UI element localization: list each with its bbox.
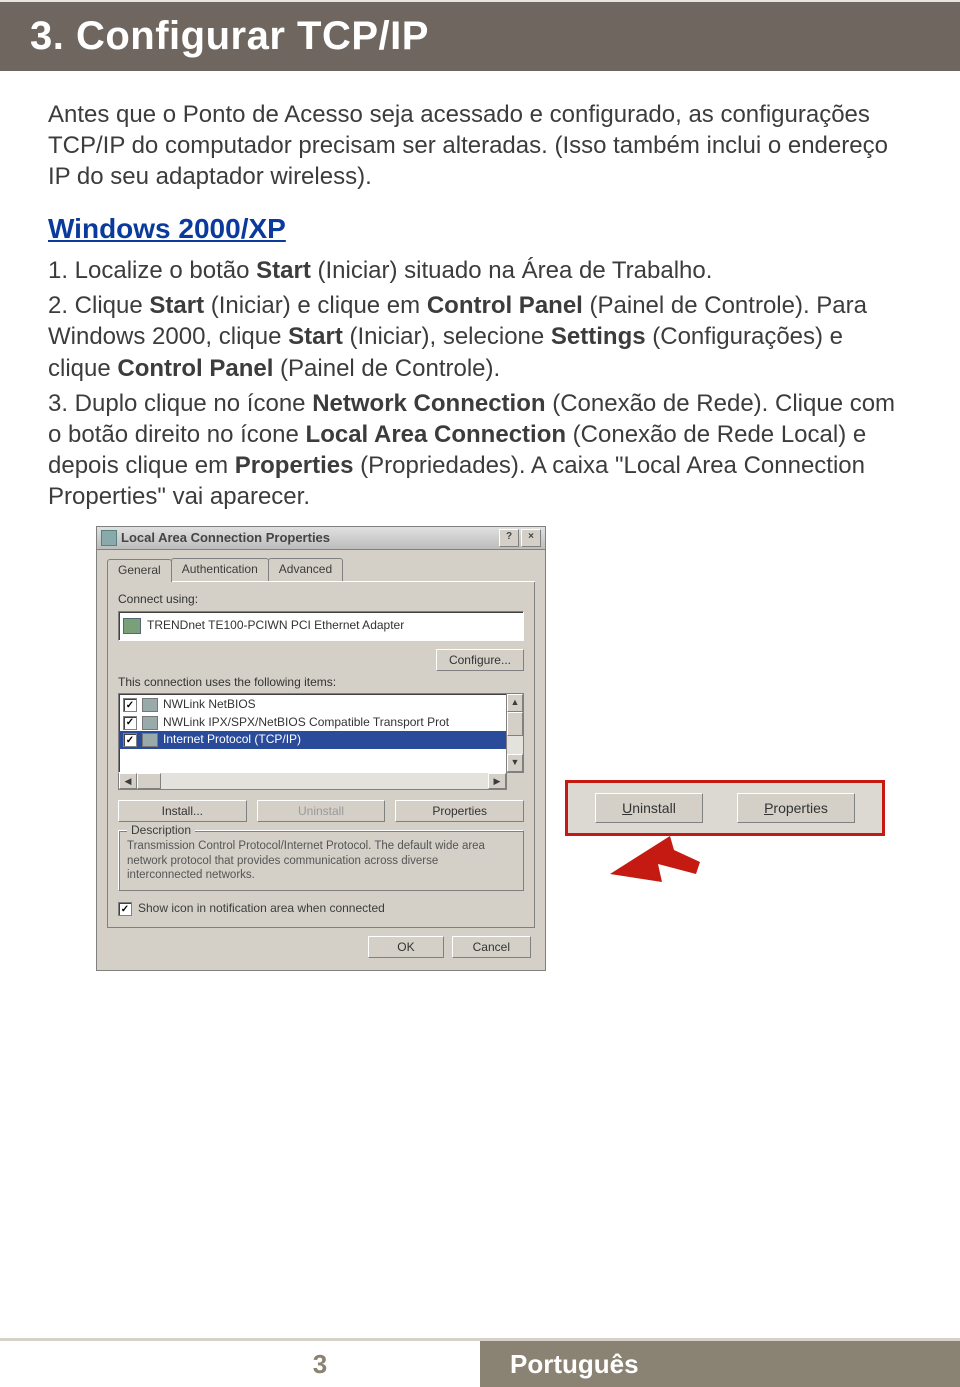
description-legend: Description (127, 823, 195, 839)
page-title: 3. Configurar TCP/IP (30, 14, 429, 58)
list-item[interactable]: ✓ NWLink IPX/SPX/NetBIOS Compatible Tran… (119, 714, 506, 732)
scroll-thumb[interactable] (137, 773, 161, 789)
cancel-button[interactable]: Cancel (452, 936, 531, 958)
footer-language: Português (480, 1341, 960, 1387)
underline-letter: U (622, 800, 632, 816)
step-1-text-a: 1. Localize o botão (48, 257, 256, 284)
step-2-bold3: Start (288, 323, 343, 350)
step-2-c: (Iniciar) e clique em (204, 292, 427, 319)
adapter-name: TRENDnet TE100-PCIWN PCI Ethernet Adapte… (147, 618, 404, 634)
uses-items-label: This connection uses the following items… (118, 675, 524, 691)
nic-icon (123, 618, 141, 634)
step-3-bold3: Properties (235, 452, 354, 479)
step-3-bold2: Local Area Connection (306, 421, 566, 448)
footer: 3 Português (0, 1338, 960, 1387)
list-item[interactable]: ✓ Internet Protocol (TCP/IP) (119, 731, 506, 749)
subsection-heading: Windows 2000/XP (48, 211, 912, 247)
protocol-icon (142, 698, 158, 712)
step-2: 2. Clique Start (Iniciar) e clique em Co… (48, 290, 912, 384)
tab-advanced[interactable]: Advanced (268, 558, 343, 581)
checkbox-icon[interactable]: ✓ (118, 902, 132, 916)
step-2-a: 2. Clique (48, 292, 149, 319)
step-2-g: (Iniciar), selecione (343, 323, 551, 350)
btn-rest: roperties (773, 800, 827, 816)
help-button[interactable]: ? (499, 529, 519, 547)
step-3-bold1: Network Connection (312, 390, 545, 417)
scroll-down-icon[interactable]: ▼ (507, 754, 523, 772)
components-list[interactable]: ✓ NWLink NetBIOS ✓ NWLink IPX/SPX/NetBIO… (118, 693, 507, 773)
list-item-label: NWLink IPX/SPX/NetBIOS Compatible Transp… (163, 715, 449, 731)
checkbox-icon[interactable]: ✓ (123, 733, 137, 747)
ok-button[interactable]: OK (368, 936, 443, 958)
scrollbar-vertical[interactable]: ▲ ▼ (506, 693, 524, 773)
btn-rest: ninstall (632, 800, 676, 816)
list-item-label: NWLink NetBIOS (163, 697, 256, 713)
step-2-bold1: Start (149, 292, 204, 319)
show-icon-checkbox[interactable]: ✓ Show icon in notification area when co… (118, 901, 524, 917)
connect-using-label: Connect using: (118, 592, 524, 608)
scroll-up-icon[interactable]: ▲ (507, 694, 523, 712)
protocol-icon (142, 716, 158, 730)
callout-arrow-icon (600, 824, 720, 904)
step-1: 1. Localize o botão Start (Iniciar) situ… (48, 255, 912, 286)
scrollbar-horizontal[interactable]: ◀ ▶ (118, 772, 507, 790)
step-3: 3. Duplo clique no ícone Network Connect… (48, 388, 912, 513)
scroll-right-icon[interactable]: ▶ (488, 773, 506, 789)
callout-uninstall-button[interactable]: Uninstall (595, 793, 703, 823)
step-2-k: (Painel de Controle). (273, 355, 500, 382)
dialog-title-icon (101, 530, 117, 546)
intro-text: Antes que o Ponto de Acesso seja acessad… (48, 101, 888, 190)
properties-dialog: Local Area Connection Properties ? × Gen… (96, 526, 546, 971)
description-text: Transmission Control Protocol/Internet P… (127, 839, 515, 882)
checkbox-icon[interactable]: ✓ (123, 698, 137, 712)
list-item[interactable]: ✓ NWLink NetBIOS (119, 696, 506, 714)
properties-button[interactable]: Properties (395, 800, 524, 822)
protocol-icon (142, 733, 158, 747)
section-header: 3. Configurar TCP/IP (0, 0, 960, 71)
step-2-bold5: Control Panel (117, 355, 273, 382)
close-button[interactable]: × (521, 529, 541, 547)
dialog-title: Local Area Connection Properties (121, 530, 330, 547)
checkbox-icon[interactable]: ✓ (123, 716, 137, 730)
step-1-bold: Start (256, 257, 311, 284)
adapter-field: TRENDnet TE100-PCIWN PCI Ethernet Adapte… (118, 611, 524, 641)
install-button[interactable]: Install... (118, 800, 247, 822)
configure-button[interactable]: Configure... (436, 649, 524, 671)
step-2-bold4: Settings (551, 323, 646, 350)
show-icon-label: Show icon in notification area when conn… (138, 901, 385, 917)
tab-authentication[interactable]: Authentication (171, 558, 269, 581)
scroll-thumb[interactable] (507, 712, 523, 736)
step-1-text-c: (Iniciar) situado na Área de Trabalho. (311, 257, 713, 284)
scroll-left-icon[interactable]: ◀ (119, 773, 137, 789)
callout-properties-button[interactable]: Properties (737, 793, 855, 823)
intro-paragraph: Antes que o Ponto de Acesso seja acessad… (48, 99, 912, 193)
tab-general[interactable]: General (107, 559, 172, 582)
description-group: Description Transmission Control Protoco… (118, 830, 524, 891)
dialog-titlebar: Local Area Connection Properties ? × (97, 527, 545, 550)
step-2-bold2: Control Panel (427, 292, 583, 319)
uninstall-button[interactable]: Uninstall (257, 800, 386, 822)
step-3-a: 3. Duplo clique no ícone (48, 390, 312, 417)
underline-letter: P (764, 800, 773, 816)
list-item-label: Internet Protocol (TCP/IP) (163, 732, 301, 748)
page-number: 3 (0, 1349, 480, 1380)
